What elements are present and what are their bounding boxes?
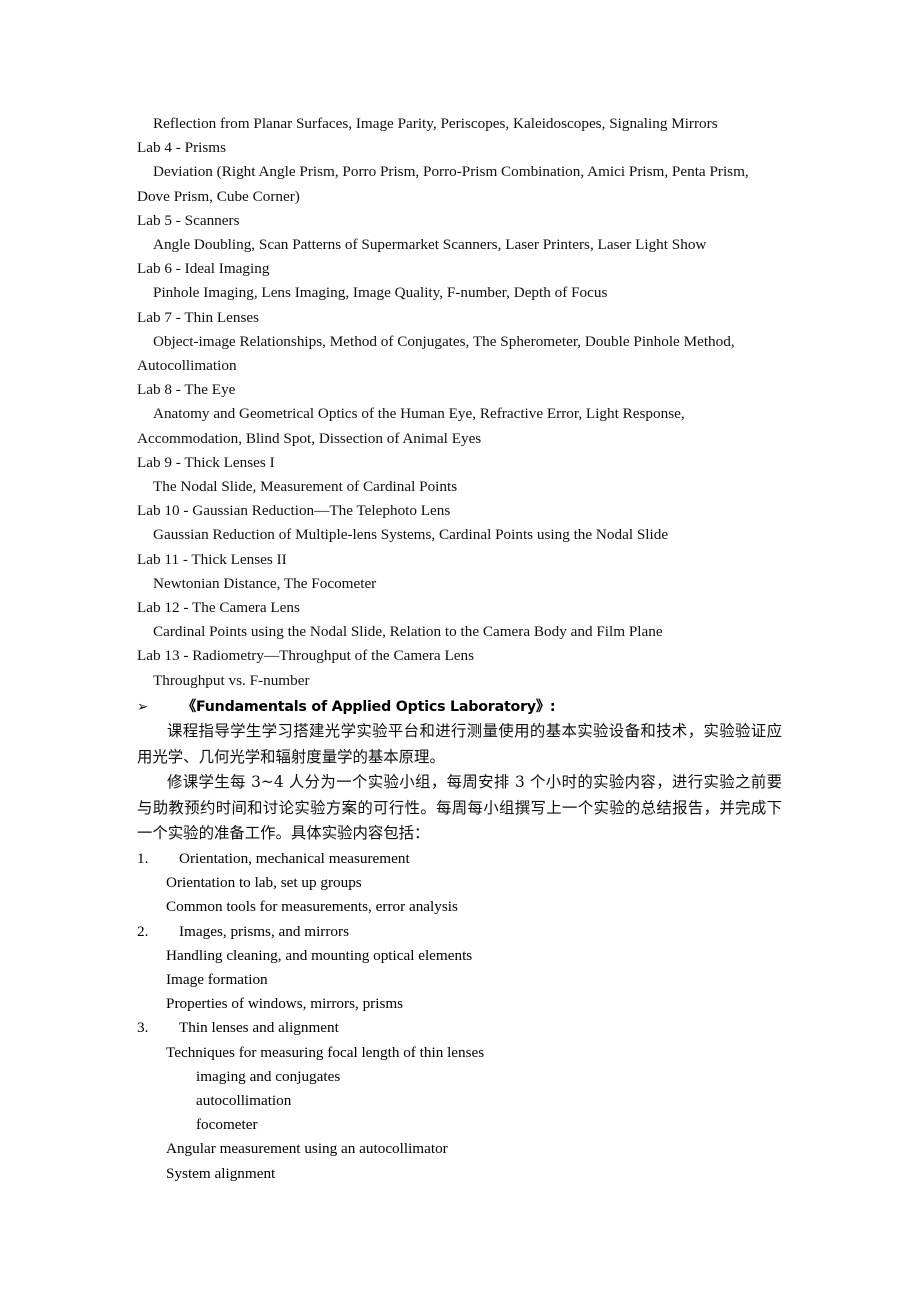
lab-title-line: Lab 8 - The Eye <box>137 381 236 399</box>
lab-title-line: Lab 9 - Thick Lenses I <box>137 453 275 471</box>
section-heading: ➢ 《Fundamentals of Applied Optics Labora… <box>137 695 782 719</box>
experiment-item-number: 3. <box>137 1019 149 1037</box>
experiment-item-title: Orientation, mechanical measurement <box>179 850 410 868</box>
experiment-subitem: System alignment <box>166 1164 276 1182</box>
experiment-subitem: Common tools for measurements, error ana… <box>166 898 458 916</box>
experiment-list: 1. Orientation, mechanical measurement Ori… <box>137 847 782 1186</box>
lab-detail-line: Angle Doubling, Scan Patterns of Superma… <box>153 236 707 254</box>
lab-title-line: Lab 5 - Scanners <box>137 211 240 229</box>
lab-detail-line: Object-image Relationships, Method of Co… <box>137 332 735 375</box>
lab-detail-line: Reflection from Planar Surfaces, Image P… <box>153 115 718 132</box>
lab-title-line: Lab 4 - Prisms <box>137 139 227 157</box>
experiment-subitem: Techniques for measuring focal length of… <box>166 1043 485 1061</box>
lab-title-line: Lab 13 - Radiometry—Throughput of the Ca… <box>137 647 474 665</box>
lab-detail-line: Anatomy and Geometrical Optics of the Hu… <box>137 405 685 447</box>
lab-detail-line: Cardinal Points using the Nodal Slide, R… <box>153 623 663 641</box>
experiment-subitem: Orientation to lab, set up groups <box>166 874 362 892</box>
experiment-subitem: focometer <box>196 1116 258 1134</box>
lab-detail-line: The Nodal Slide, Measurement of Cardinal… <box>153 478 458 496</box>
experiment-item-title: Images, prisms, and mirrors <box>179 922 349 940</box>
lab-detail-line: Newtonian Distance, The Focometer <box>153 574 377 592</box>
lab-outline-section: Reflection from Planar Surfaces, Image P… <box>137 112 782 693</box>
lab-title-line: Lab 7 - Thin Lenses <box>137 308 260 326</box>
lab-title-line: Lab 11 - Thick Lenses II <box>137 550 287 568</box>
lab-title-line: Lab 12 - The Camera Lens <box>137 599 300 617</box>
document-body: Reflection from Planar Surfaces, Image P… <box>137 112 782 1186</box>
experiment-subitem: Handling cleaning, and mounting optical … <box>166 946 473 964</box>
lab-detail-line: Throughput vs. F-number <box>153 671 310 689</box>
experiment-subitem: autocollimation <box>196 1092 292 1110</box>
experiment-item-number: 2. <box>137 922 149 940</box>
arrow-bullet-icon: ➢ <box>137 698 149 715</box>
experiment-subitem: Properties of windows, mirrors, prisms <box>166 995 404 1013</box>
experiment-item-number: 1. <box>137 850 149 868</box>
lab-detail-line: Deviation (Right Angle Prism, Porro Pris… <box>137 163 749 205</box>
section-paragraph-2: 修课学生每 3~4 人分为一个实验小组，每周安排 3 个小时的实验内容，进行实验… <box>137 773 782 843</box>
experiment-subitem: imaging and conjugates <box>196 1067 341 1085</box>
experiment-item-title: Thin lenses and alignment <box>179 1019 339 1037</box>
experiment-item: 1. Orientation, mechanical measurement <box>137 847 782 871</box>
lab-title-line: Lab 6 - Ideal Imaging <box>137 260 270 278</box>
lab-title-line: Lab 10 - Gaussian Reduction—The Telephot… <box>137 502 451 520</box>
experiment-item: 3. Thin lenses and alignment <box>137 1016 782 1040</box>
lab-detail-line: Gaussian Reduction of Multiple-lens Syst… <box>153 526 669 544</box>
experiment-item: 2. Images, prisms, and mirrors <box>137 920 782 944</box>
section-heading-label: 《Fundamentals of Applied Optics Laborato… <box>182 698 556 715</box>
experiment-subitem: Image formation <box>166 971 268 989</box>
document-page: Reflection from Planar Surfaces, Image P… <box>0 0 920 1302</box>
lab-detail-line: Pinhole Imaging, Lens Imaging, Image Qua… <box>153 284 608 302</box>
section-paragraph-1: 课程指导学生学习搭建光学实验平台和进行测量使用的基本实验设备和技术，实验验证应用… <box>137 722 782 766</box>
experiment-subitem: Angular measurement using an autocollima… <box>166 1140 448 1158</box>
